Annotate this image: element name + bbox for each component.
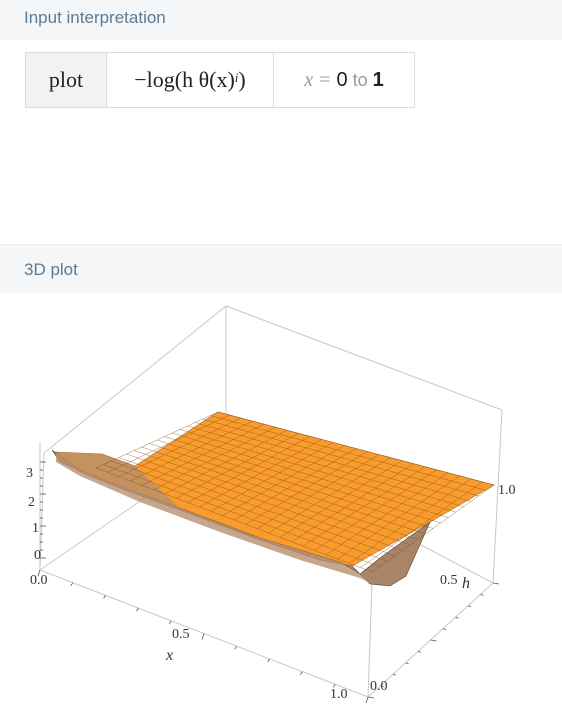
h-tick-mark [480,594,484,596]
range-equals: = [319,68,331,91]
expression-cell: −log(h θ(x) i) [107,53,274,107]
pod-title: 3D plot [24,260,78,279]
h-tick-label: 0.0 [370,679,388,694]
x-tick-mark [234,645,238,650]
z-tick-label: 1 [32,521,39,536]
pod-title: Input interpretation [24,8,166,27]
expression-text: −log(h θ(x) [134,67,235,92]
z-tick-label: 2 [28,495,35,510]
h-tick-mark [455,616,459,619]
h-tick-mark [467,605,472,608]
surface-plot: 3 2 1 0 0.0 0.5 1.0 x 0.0 0.5 1.0 h [26,305,516,704]
h-tick-label: 0.5 [440,573,458,588]
z-tick-label: 3 [26,466,33,481]
x-tick-label: 1.0 [330,687,348,702]
x-tick-mark [136,607,139,612]
h-tick-mark [492,582,500,585]
range-variable: x [304,68,314,91]
x-tick-label: 0.5 [172,627,190,642]
x-axis: 0.0 0.5 1.0 x [30,573,348,702]
h-tick-mark [442,628,447,630]
input-interpretation-table: plot −log(h θ(x) i) x = 0 to 1 [25,52,415,108]
z-axis: 3 2 1 0 [26,466,41,563]
h-tick-mark [392,673,397,676]
plot-keyword-cell: plot [26,53,107,107]
x-tick-label: 0.0 [30,573,48,588]
h-axis-label: h [462,575,470,592]
range-cell: x = 0 to 1 [274,53,414,107]
x-tick-mark [365,696,369,704]
input-interpretation-header: Input interpretation [0,0,562,40]
x-tick-mark [103,595,106,599]
x-axis-label: x [165,647,173,664]
range-from: 0 [336,68,348,91]
expression-close: ) [238,67,246,92]
h-tick-mark [430,639,437,642]
x-tick-mark [168,620,172,625]
x-tick-mark [201,633,205,640]
3d-plot-header: 3D plot [0,244,562,293]
expression-exponent: i [234,70,239,85]
range-to-word: to [352,69,368,90]
x-tick-mark [267,658,270,663]
h-tick-mark [417,651,422,653]
x-tick-mark [70,582,74,586]
range-to: 1 [372,68,384,91]
h-tick-label: 1.0 [498,483,516,498]
x-tick-mark [300,671,303,675]
surface [51,411,495,587]
h-tick-mark [367,696,375,699]
h-tick-mark [405,662,409,665]
z-tick-label: 0 [34,548,41,563]
plot-keyword: plot [48,67,84,92]
